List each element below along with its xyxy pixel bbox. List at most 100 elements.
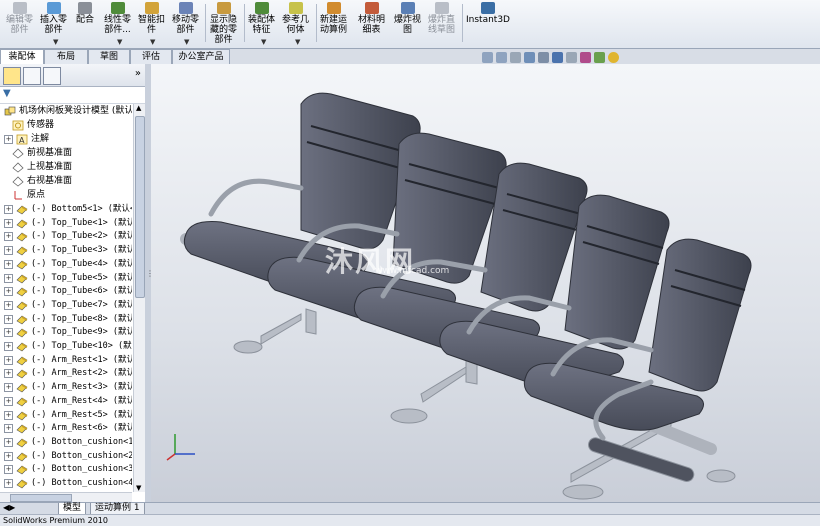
expand-icon[interactable]: + — [4, 205, 13, 214]
previous-view-icon[interactable] — [510, 52, 521, 63]
chevron-down-icon[interactable]: ▼ — [261, 38, 266, 46]
expand-icon[interactable]: + — [4, 232, 13, 242]
tree-item-right-plane[interactable]: 右视基准面 — [12, 175, 72, 188]
insert-component-button[interactable]: 插入零 部件 — [40, 2, 67, 35]
feature-manager-tab-icon[interactable] — [3, 67, 21, 85]
tree-item-part[interactable]: + (-) Top_Tube<1> (默认< — [0, 217, 132, 230]
tree-item-part[interactable]: + (-) Botton_cushion<4> — [0, 477, 132, 490]
expand-icon[interactable]: + — [4, 135, 13, 144]
tree-item-sensors[interactable]: 传感器 — [12, 119, 54, 132]
tab-office-products[interactable]: 办公室产品 — [172, 49, 230, 64]
tree-item-front-plane[interactable]: 前视基准面 — [12, 147, 72, 160]
scrollbar-thumb[interactable] — [135, 116, 145, 298]
expand-icon[interactable]: + — [4, 259, 13, 269]
tree-item-part[interactable]: + (-) Botton_cushion<3> — [0, 463, 132, 476]
explode-line-sketch-button[interactable]: 爆炸直 线草图 — [428, 2, 455, 35]
display-style-icon[interactable] — [552, 52, 563, 63]
section-view-icon[interactable] — [524, 52, 535, 63]
edit-component-button[interactable]: 编辑零 部件 — [6, 2, 33, 35]
instant3d-button[interactable]: Instant3D — [466, 2, 510, 25]
chevron-down-icon[interactable]: ▼ — [184, 38, 189, 46]
scrollbar-thumb[interactable] — [10, 494, 72, 502]
tree-item-part[interactable]: + (-) Top_Tube<3> (默认< — [0, 244, 132, 257]
move-component-button[interactable]: 移动零 部件 — [172, 2, 199, 35]
expand-icon[interactable]: + — [4, 328, 13, 338]
tree-item-part[interactable]: + (-) Top_Tube<8> (默认< — [0, 313, 132, 326]
tree-vertical-scrollbar[interactable]: ▲ ▼ — [133, 104, 145, 492]
linear-pattern-button[interactable]: 线性零 部件... — [104, 2, 131, 35]
expand-panel-icon[interactable]: » — [135, 68, 141, 79]
tree-horizontal-scrollbar[interactable] — [0, 492, 132, 502]
view-settings-icon[interactable] — [608, 52, 619, 63]
tree-item-origin[interactable]: 原点 — [12, 189, 45, 202]
tree-item-part[interactable]: + (-) Top_Tube<2> (默认< — [0, 230, 132, 243]
tab-layout[interactable]: 布局 — [44, 49, 88, 64]
scroll-down-icon[interactable]: ▼ — [136, 484, 141, 492]
expand-icon[interactable]: + — [4, 314, 13, 324]
scroll-up-icon[interactable]: ▲ — [136, 104, 141, 112]
tab-sketch[interactable]: 草图 — [88, 49, 130, 64]
chair-model-view[interactable] — [151, 64, 820, 502]
expand-icon[interactable]: + — [4, 410, 13, 420]
show-hidden-components-button[interactable]: 显示隐 藏的零 部件 — [210, 2, 237, 45]
chevron-down-icon[interactable]: ▼ — [53, 38, 58, 46]
expand-icon[interactable]: + — [4, 465, 13, 475]
expand-icon[interactable]: + — [4, 218, 13, 228]
chevron-down-icon[interactable]: ▼ — [295, 38, 300, 46]
tab-assembly[interactable]: 装配体 — [0, 49, 44, 65]
tree-item-part[interactable]: + (-) Arm_Rest<3> (默认< — [0, 381, 132, 394]
expand-icon[interactable]: + — [4, 369, 13, 379]
tree-item-part[interactable]: + (-) Top_Tube<10> (默认< — [0, 340, 132, 353]
expand-icon[interactable]: + — [4, 424, 13, 434]
tree-item-part[interactable]: + (-) Top_Tube<5> (默认< — [0, 272, 132, 285]
chevron-down-icon[interactable]: ▼ — [117, 38, 122, 46]
zoom-to-fit-icon[interactable] — [482, 52, 493, 63]
tree-item-part[interactable]: + (-) Bottom5<1> (默认<< — [0, 203, 132, 216]
reference-geometry-button[interactable]: 参考几 何体 — [282, 2, 309, 35]
new-motion-study-button[interactable]: 新建运 动算例 — [320, 2, 347, 35]
tree-item-part[interactable]: + (-) Top_Tube<9> (默认< — [0, 326, 132, 339]
tree-item-part[interactable]: + (-) Arm_Rest<4> (默认< — [0, 395, 132, 408]
mate-button[interactable]: 配合 — [76, 2, 94, 25]
expand-icon[interactable]: + — [4, 451, 13, 461]
apply-scene-icon[interactable] — [594, 52, 605, 63]
tree-item-part[interactable]: + (-) Top_Tube<6> (默认< — [0, 285, 132, 298]
exploded-view-button[interactable]: 爆炸视 图 — [394, 2, 421, 35]
expand-icon[interactable]: + — [4, 246, 13, 256]
configuration-manager-tab-icon[interactable] — [43, 67, 61, 85]
property-manager-tab-icon[interactable] — [23, 67, 41, 85]
expand-icon[interactable]: + — [4, 396, 13, 406]
tree-item-part[interactable]: + (-) Arm_Rest<5> (默认< — [0, 409, 132, 422]
expand-icon[interactable]: + — [4, 437, 13, 447]
zoom-to-area-icon[interactable] — [496, 52, 507, 63]
expand-icon[interactable]: + — [4, 383, 13, 393]
expand-icon[interactable]: + — [4, 287, 13, 297]
filter-icon[interactable]: ▼ — [3, 88, 11, 99]
edit-appearance-icon[interactable] — [580, 52, 591, 63]
bill-of-materials-button[interactable]: 材料明 细表 — [358, 2, 385, 35]
tree-item-part[interactable]: + (-) Botton_cushion<2> — [0, 450, 132, 463]
tree-item-top-plane[interactable]: 上视基准面 — [12, 161, 72, 174]
scroll-left-icon[interactable]: ◀▶ — [3, 503, 15, 512]
tree-item-part[interactable]: + (-) Arm_Rest<2> (默认< — [0, 367, 132, 380]
tree-item-annotations[interactable]: + A 注解 — [0, 133, 49, 146]
chevron-down-icon[interactable]: ▼ — [150, 38, 155, 46]
tree-item-part[interactable]: + (-) Top_Tube<4> (默认< — [0, 258, 132, 271]
expand-icon[interactable]: + — [4, 342, 13, 351]
expand-icon[interactable]: + — [4, 355, 13, 365]
tree-item-part[interactable]: + (-) Arm_Rest<1> (默认< — [0, 354, 132, 367]
expand-icon[interactable]: + — [4, 479, 13, 488]
expand-icon[interactable]: + — [4, 273, 13, 283]
tree-root[interactable]: 机场休闲板凳设计模型 (默认 — [0, 105, 132, 118]
expand-icon[interactable]: + — [4, 300, 13, 310]
view-orientation-icon[interactable] — [538, 52, 549, 63]
hide-show-items-icon[interactable] — [566, 52, 577, 63]
tree-filter[interactable]: ▼ — [0, 87, 145, 104]
tree-item-label: (-) Botton_cushion<1> — [31, 436, 132, 447]
tree-item-part[interactable]: + (-) Arm_Rest<6> (默认< — [0, 422, 132, 435]
smart-fasteners-button[interactable]: 智能扣 件 — [138, 2, 165, 35]
assembly-features-button[interactable]: 装配体 特征 — [248, 2, 275, 35]
tab-evaluate[interactable]: 评估 — [130, 49, 172, 64]
tree-item-part[interactable]: + (-) Botton_cushion<1> — [0, 436, 132, 449]
tree-item-part[interactable]: + (-) Top_Tube<7> (默认< — [0, 299, 132, 312]
